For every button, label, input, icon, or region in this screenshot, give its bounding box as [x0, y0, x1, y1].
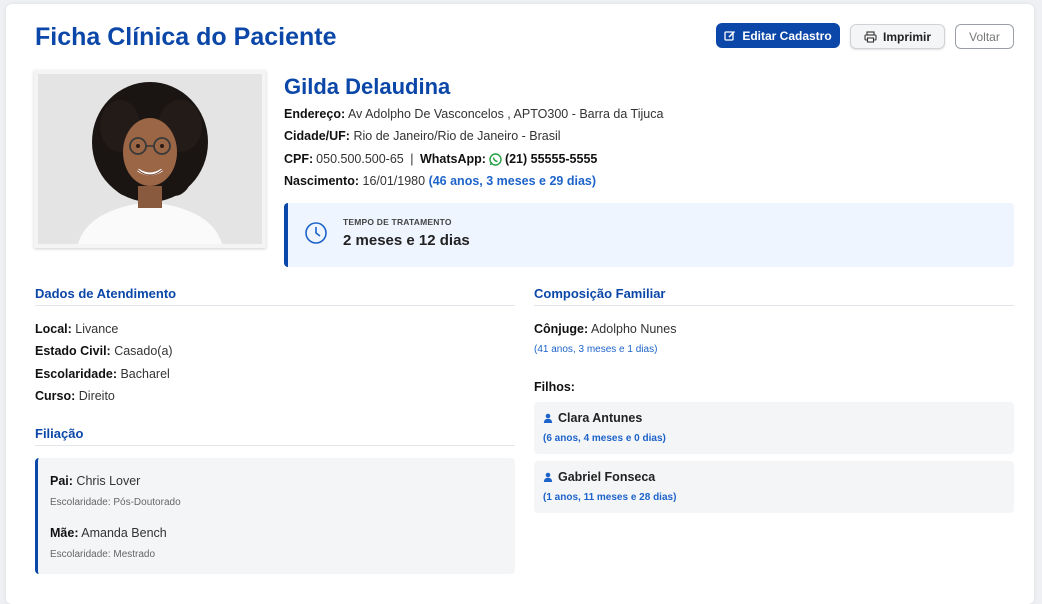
- patient-age: (46 anos, 3 meses e 29 dias): [428, 174, 597, 188]
- address-row: Endereço: Av Adolpho De Vasconcelos , AP…: [284, 107, 663, 121]
- patient-name: Gilda Delaudina: [284, 74, 451, 99]
- patient-card: Ficha Clínica do Paciente Editar Cadastr…: [6, 4, 1034, 604]
- cpf-label: CPF:: [284, 152, 314, 166]
- contact-separator: |: [406, 152, 417, 166]
- user-icon: [543, 472, 553, 482]
- child-name: Gabriel Fonseca: [543, 470, 655, 484]
- father-education: Escolaridade: Pós-Doutorado: [50, 497, 181, 508]
- address-value: Av Adolpho De Vasconcelos , APTO300 - Ba…: [347, 107, 664, 121]
- clock-icon: [305, 222, 327, 244]
- patient-portrait: [38, 74, 262, 244]
- treatment-time-label: TEMPO DE TRATAMENTO: [343, 217, 452, 227]
- whatsapp-icon: [489, 152, 502, 166]
- attendance-section-title: Dados de Atendimento: [35, 286, 177, 301]
- address-label: Endereço:: [284, 107, 346, 121]
- spouse-row: Cônjuge: Adolpho Nunes: [534, 322, 676, 336]
- birth-value: 16/01/1980: [362, 174, 426, 188]
- course-row: Curso: Direito: [35, 389, 115, 403]
- father-name: Chris Lover: [76, 474, 141, 488]
- print-label: Imprimir: [882, 29, 931, 44]
- child-age: (1 anos, 11 meses e 28 dias): [543, 492, 677, 503]
- spouse-label: Cônjuge:: [534, 322, 589, 336]
- education-row: Escolaridade: Bacharel: [35, 367, 170, 381]
- civil-status-value: Casado(a): [114, 344, 173, 358]
- mother-name: Amanda Bench: [81, 526, 167, 540]
- child-card: Gabriel Fonseca (1 anos, 11 meses e 28 d…: [534, 461, 1014, 513]
- treatment-time-box: TEMPO DE TRATAMENTO 2 meses e 12 dias: [284, 203, 1014, 267]
- city-row: Cidade/UF: Rio de Janeiro/Rio de Janeiro…: [284, 129, 561, 143]
- mother-row: Mãe: Amanda Bench: [50, 526, 167, 540]
- spouse-name: Adolpho Nunes: [590, 322, 677, 336]
- edit-profile-label: Editar Cadastro: [742, 28, 832, 43]
- course-value: Direito: [78, 389, 115, 403]
- child-card: Clara Antunes (6 anos, 4 meses e 0 dias): [534, 402, 1014, 454]
- page-title: Ficha Clínica do Paciente: [35, 23, 337, 51]
- patient-photo-frame: [34, 70, 266, 248]
- user-icon: [543, 413, 553, 423]
- civil-status-label: Estado Civil:: [35, 344, 111, 358]
- contact-row: CPF: 050.500.500-65 | WhatsApp: (21) 555…: [284, 152, 597, 166]
- print-button[interactable]: Imprimir: [850, 24, 945, 49]
- back-button[interactable]: Voltar: [955, 24, 1014, 49]
- local-row: Local: Livance: [35, 322, 118, 336]
- treatment-time-value: 2 meses e 12 dias: [343, 232, 470, 249]
- whatsapp-link[interactable]: (21) 55555-5555: [505, 152, 597, 166]
- family-section-title: Composição Familiar: [534, 286, 666, 301]
- edit-icon: [724, 30, 736, 41]
- education-label: Escolaridade:: [35, 367, 117, 381]
- edit-profile-button[interactable]: Editar Cadastro: [716, 23, 840, 48]
- filiation-divider: [35, 445, 515, 446]
- children-label: Filhos:: [534, 380, 575, 394]
- filiation-box: Pai: Chris Lover Escolaridade: Pós-Douto…: [35, 458, 515, 574]
- printer-icon: [864, 30, 877, 43]
- local-label: Local:: [35, 322, 72, 336]
- course-label: Curso:: [35, 389, 76, 403]
- patient-photo: [38, 74, 262, 244]
- birth-row: Nascimento: 16/01/1980 (46 anos, 3 meses…: [284, 174, 596, 188]
- father-label: Pai:: [50, 474, 73, 488]
- education-value: Bacharel: [120, 367, 170, 381]
- mother-label: Mãe:: [50, 526, 79, 540]
- family-divider: [534, 305, 1014, 306]
- civil-status-row: Estado Civil: Casado(a): [35, 344, 173, 358]
- child-age: (6 anos, 4 meses e 0 dias): [543, 433, 666, 444]
- local-value: Livance: [75, 322, 119, 336]
- child-name: Clara Antunes: [543, 411, 642, 425]
- birth-label: Nascimento:: [284, 174, 360, 188]
- attendance-divider: [35, 305, 515, 306]
- whatsapp-label: WhatsApp:: [419, 152, 486, 166]
- city-label: Cidade/UF:: [284, 129, 350, 143]
- father-row: Pai: Chris Lover: [50, 474, 140, 488]
- filiation-section-title: Filiação: [35, 426, 84, 441]
- cpf-value: 050.500.500-65: [316, 152, 404, 166]
- mother-education: Escolaridade: Mestrado: [50, 549, 156, 560]
- city-value: Rio de Janeiro/Rio de Janeiro - Brasil: [353, 129, 561, 143]
- spouse-age: (41 anos, 3 meses e 1 dias): [534, 344, 658, 355]
